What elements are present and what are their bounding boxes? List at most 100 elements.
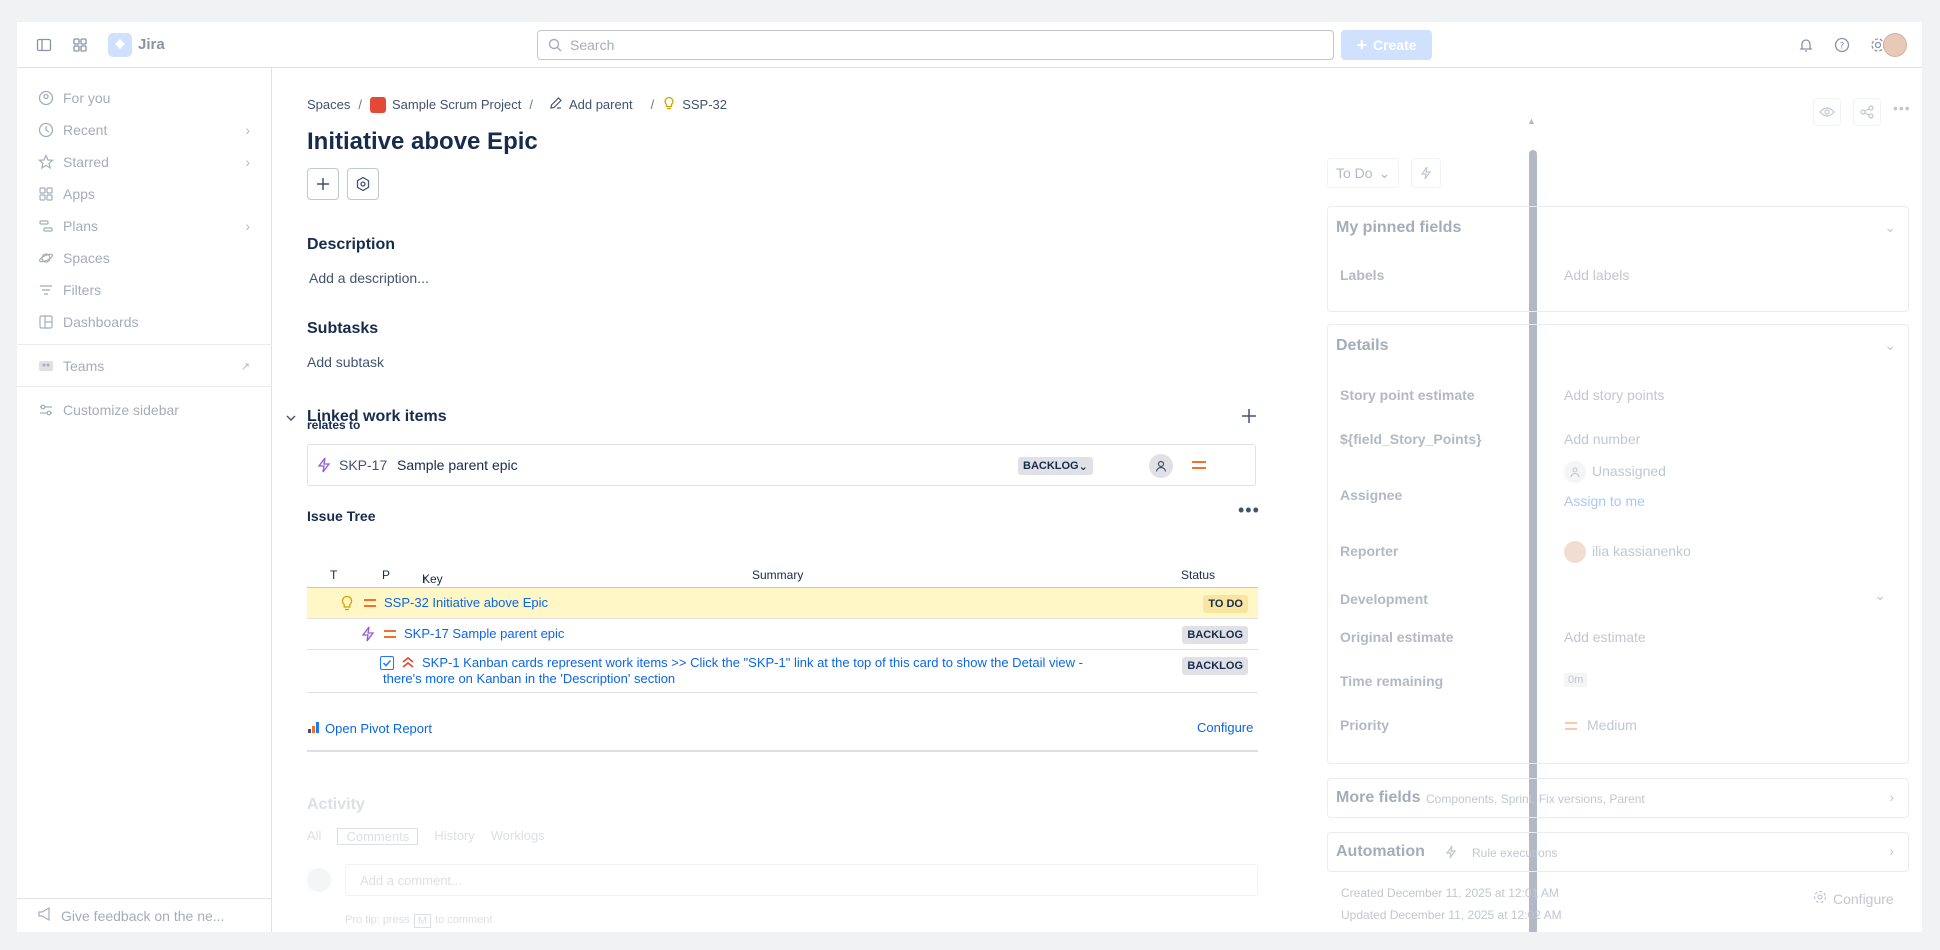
chevron-down-icon[interactable] bbox=[285, 411, 297, 427]
chevron-right-icon: › bbox=[1889, 843, 1894, 859]
description-field[interactable]: Add a description... bbox=[309, 270, 429, 286]
sidebar-item-label: Teams bbox=[63, 358, 105, 374]
add-link-plus-icon[interactable] bbox=[1241, 408, 1257, 427]
sidebar-item-filters[interactable]: Filters bbox=[17, 276, 272, 304]
filter-icon bbox=[37, 281, 55, 299]
search-input[interactable]: Search bbox=[537, 30, 1334, 60]
time-remaining-value[interactable]: 0m bbox=[1564, 673, 1588, 687]
priority-value[interactable]: Medium bbox=[1587, 717, 1637, 733]
apps-button[interactable] bbox=[347, 168, 379, 200]
labels-value[interactable]: Add labels bbox=[1564, 267, 1629, 283]
sidebar-item-apps[interactable]: Apps bbox=[17, 180, 272, 208]
tab-comments[interactable]: Comments bbox=[337, 828, 419, 845]
feedback-button[interactable]: Give feedback on the ne... bbox=[17, 898, 272, 932]
help-icon[interactable]: ? bbox=[1831, 34, 1853, 56]
watch-eye-icon[interactable] bbox=[1813, 98, 1841, 126]
sidebar-item-dashboards[interactable]: Dashboards bbox=[17, 308, 272, 336]
time-remaining-label: Time remaining bbox=[1340, 673, 1444, 689]
breadcrumb-add-parent[interactable]: Add parent bbox=[569, 97, 633, 112]
status-dropdown-label: To Do bbox=[1336, 165, 1373, 181]
issue-tree-configure-link[interactable]: Configure bbox=[1197, 720, 1253, 735]
breadcrumb-spaces[interactable]: Spaces bbox=[307, 97, 350, 112]
table-row[interactable]: SKP-1 Kanban cards represent work items … bbox=[307, 650, 1258, 693]
pro-tip-end: to comment bbox=[434, 914, 493, 926]
comment-input[interactable]: Add a comment... bbox=[345, 864, 1258, 896]
more-options-icon[interactable]: ••• bbox=[1238, 500, 1260, 521]
tab-history[interactable]: History bbox=[434, 828, 474, 845]
details-card: Details ⌄ Story point estimate Add story… bbox=[1327, 324, 1909, 764]
assign-to-me-link[interactable]: Assign to me bbox=[1564, 493, 1645, 509]
col-type[interactable]: T bbox=[330, 568, 337, 582]
chevron-right-icon[interactable]: › bbox=[245, 154, 250, 170]
chevron-right-icon[interactable]: › bbox=[245, 122, 250, 138]
user-avatar[interactable] bbox=[1883, 33, 1907, 57]
sidebar-item-for-you[interactable]: For you bbox=[17, 84, 272, 112]
automation-lightning-icon[interactable] bbox=[1411, 158, 1441, 188]
pinned-fields-title[interactable]: My pinned fields bbox=[1336, 219, 1461, 237]
chevron-down-icon[interactable]: ⌄ bbox=[1874, 587, 1886, 604]
col-priority[interactable]: P bbox=[382, 568, 390, 582]
table-row[interactable]: SKP-17 Sample parent epic BACKLOG bbox=[307, 619, 1258, 650]
tree-row-link[interactable]: SKP-17 Sample parent epic bbox=[404, 626, 564, 641]
sidebar: For you Recent › Starred › Apps Plans › … bbox=[17, 68, 272, 932]
assignee-value[interactable]: Unassigned bbox=[1592, 463, 1666, 479]
svg-text:?: ? bbox=[1840, 42, 1845, 52]
more-fields-card[interactable]: More fields Components, Sprint, Fix vers… bbox=[1327, 778, 1909, 818]
sidebar-toggle-icon[interactable] bbox=[33, 34, 55, 56]
app-name[interactable]: Jira bbox=[138, 36, 165, 53]
col-status[interactable]: Status bbox=[1181, 568, 1215, 582]
tab-all[interactable]: All bbox=[307, 828, 321, 845]
idea-bulb-icon bbox=[662, 96, 676, 113]
tree-row-link[interactable]: SSP-32 Initiative above Epic bbox=[384, 595, 548, 610]
create-button[interactable]: + Create bbox=[1341, 30, 1432, 60]
status-dropdown[interactable]: To Do ⌄ bbox=[1327, 158, 1400, 188]
sidebar-item-label: Dashboards bbox=[63, 314, 139, 330]
share-icon[interactable] bbox=[1853, 98, 1881, 126]
chevron-right-icon[interactable]: › bbox=[245, 218, 250, 234]
add-button[interactable] bbox=[307, 168, 339, 200]
reporter-value[interactable]: ilia kassianenko bbox=[1592, 543, 1691, 559]
tab-worklogs[interactable]: Worklogs bbox=[491, 828, 545, 845]
open-pivot-report-link[interactable]: Open Pivot Report bbox=[307, 720, 432, 737]
story-points-value[interactable]: Add story points bbox=[1564, 387, 1664, 403]
more-actions-icon[interactable]: ••• bbox=[1893, 100, 1921, 116]
breadcrumb-issue-key[interactable]: SSP-32 bbox=[682, 97, 727, 112]
unassigned-avatar-icon bbox=[1564, 461, 1586, 483]
notifications-icon[interactable] bbox=[1795, 34, 1817, 56]
sidebar-item-teams[interactable]: Teams ↗ bbox=[17, 352, 272, 380]
external-link-icon[interactable]: ↗ bbox=[241, 360, 250, 373]
issue-tree-heading: Issue Tree bbox=[307, 508, 376, 524]
priority-medium-icon bbox=[363, 597, 377, 612]
app-switcher-icon[interactable] bbox=[69, 34, 91, 56]
sidebar-item-recent[interactable]: Recent › bbox=[17, 116, 272, 144]
chevron-down-icon[interactable]: ⌄ bbox=[1884, 219, 1896, 236]
breadcrumb-project[interactable]: Sample Scrum Project bbox=[392, 97, 521, 112]
hexagon-settings-icon bbox=[356, 176, 370, 192]
sidebar-item-customize[interactable]: Customize sidebar bbox=[17, 396, 272, 424]
linked-item-summary[interactable]: Sample parent epic bbox=[397, 457, 518, 473]
issue-title[interactable]: Initiative above Epic bbox=[307, 128, 538, 156]
linked-item-row[interactable]: SKP-17 Sample parent epic BACKLOG ⌄ bbox=[307, 444, 1256, 486]
linked-item-status[interactable]: BACKLOG ⌄ bbox=[1018, 457, 1093, 475]
jira-logo-icon[interactable] bbox=[108, 33, 132, 57]
status-badge: BACKLOG bbox=[1182, 626, 1248, 644]
col-summary[interactable]: Summary bbox=[752, 568, 803, 582]
configure-button[interactable]: Configure bbox=[1813, 890, 1894, 907]
sidebar-item-starred[interactable]: Starred › bbox=[17, 148, 272, 176]
chevron-down-icon[interactable]: ⌄ bbox=[1884, 337, 1896, 354]
sidebar-item-plans[interactable]: Plans › bbox=[17, 212, 272, 240]
reporter-avatar bbox=[1564, 541, 1586, 563]
add-subtask-button[interactable]: Add subtask bbox=[307, 354, 384, 370]
table-row[interactable]: SSP-32 Initiative above Epic TO DO bbox=[307, 588, 1258, 619]
details-title[interactable]: Details bbox=[1336, 337, 1388, 355]
sidebar-item-spaces[interactable]: Spaces bbox=[17, 244, 272, 272]
automation-card[interactable]: Automation Rule executions › bbox=[1327, 832, 1909, 872]
tree-row-link[interactable]: SKP-1 Kanban cards represent work items … bbox=[422, 655, 1083, 670]
tree-row-link-continued[interactable]: there's more on Kanban in the 'Descripti… bbox=[383, 671, 675, 686]
assignee-avatar-icon[interactable] bbox=[1149, 454, 1173, 478]
original-estimate-value[interactable]: Add estimate bbox=[1564, 629, 1646, 645]
top-navigation: Jira Search + Create ? bbox=[17, 22, 1922, 68]
field-story-points-value[interactable]: Add number bbox=[1564, 431, 1640, 447]
linked-item-key[interactable]: SKP-17 bbox=[339, 457, 387, 473]
sidebar-item-label: Recent bbox=[63, 122, 108, 138]
